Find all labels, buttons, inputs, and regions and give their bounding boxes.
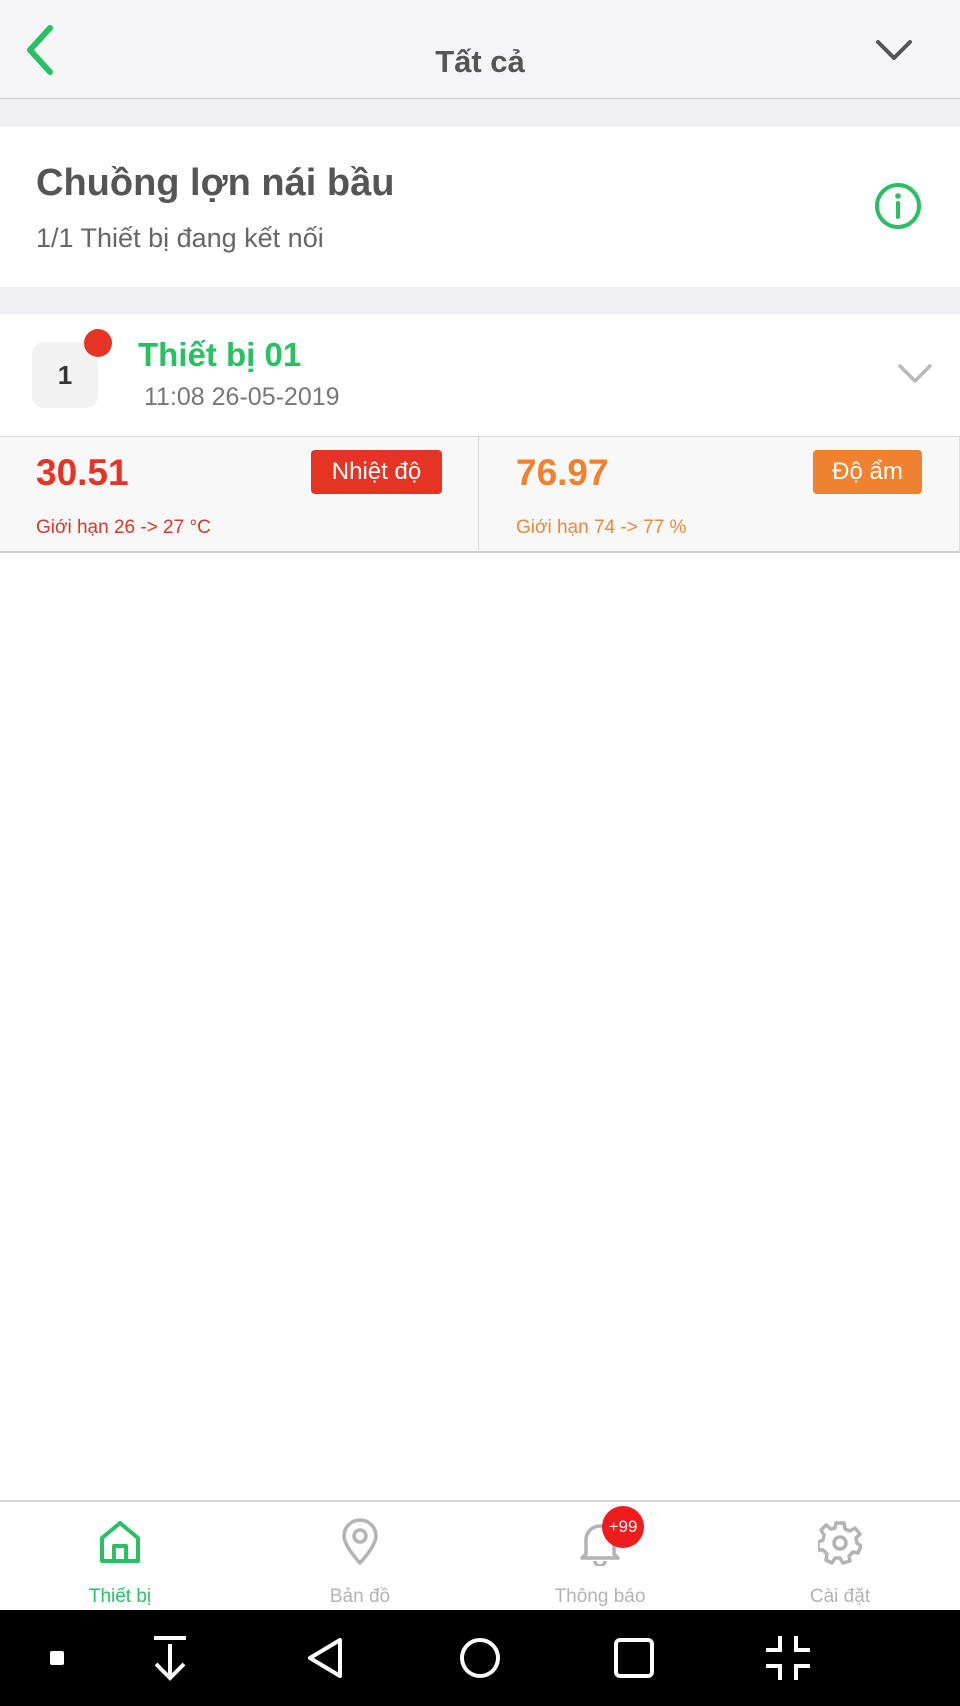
tab-map-label: Bản đồ <box>329 1586 391 1607</box>
circle-home-icon <box>460 1638 500 1678</box>
temperature-limit: Giới hạn 26 -> 27 °C <box>36 517 211 538</box>
system-exit-fullscreen-button[interactable] <box>760 1630 816 1686</box>
humidity-badge: Độ ẩm <box>813 450 922 494</box>
tab-notifications[interactable]: Thông báo <box>480 1500 720 1610</box>
map-pin-icon <box>342 1518 378 1565</box>
tab-settings[interactable]: Cài đặt <box>720 1500 960 1610</box>
tab-notifications-label: Thông báo <box>554 1586 646 1607</box>
device-status-dot <box>84 329 112 357</box>
sensor-divider <box>478 437 479 550</box>
compress-icon <box>766 1636 810 1680</box>
group-connection-status: 1/1 Thiết bị đang kết nối <box>36 223 324 253</box>
chevron-down-icon <box>876 40 912 60</box>
tab-devices-label: Thiết bị <box>88 1586 152 1607</box>
tab-settings-label: Cài đặt <box>809 1586 871 1607</box>
system-back-button[interactable] <box>298 1630 354 1686</box>
gear-icon <box>818 1521 862 1565</box>
humidity-limit: Giới hạn 74 -> 77 % <box>516 517 687 538</box>
temperature-value: 30.51 <box>36 452 129 493</box>
page-title: Tất cả <box>435 44 525 79</box>
filter-dropdown-button[interactable] <box>872 30 916 70</box>
humidity-value: 76.97 <box>516 452 609 493</box>
system-hide-nav-button[interactable] <box>142 1630 198 1686</box>
device-row[interactable] <box>0 314 960 436</box>
system-home-button[interactable] <box>452 1630 508 1686</box>
info-button[interactable] <box>872 180 924 232</box>
tab-map[interactable]: Bản đồ <box>240 1500 480 1610</box>
chevron-down-icon <box>898 364 932 383</box>
temperature-badge: Nhiệt độ <box>311 450 442 494</box>
info-icon <box>875 183 921 229</box>
device-timestamp: 11:08 26-05-2019 <box>144 383 340 411</box>
system-recents-button[interactable] <box>606 1630 662 1686</box>
device-name[interactable]: Thiết bị 01 <box>138 336 301 374</box>
square-recents-icon <box>614 1638 654 1678</box>
group-title: Chuồng lợn nái bầu <box>36 162 395 204</box>
system-menu-button[interactable] <box>30 1630 86 1686</box>
group-card <box>0 127 960 287</box>
notification-count-badge: +99 <box>602 1506 644 1548</box>
square-dot-icon <box>50 1651 64 1665</box>
expand-device-button[interactable] <box>896 360 934 388</box>
section-separator <box>0 287 960 314</box>
section-separator <box>0 99 960 127</box>
triangle-back-icon <box>308 1638 342 1678</box>
home-icon <box>100 1521 140 1563</box>
tab-devices[interactable]: Thiết bị <box>0 1500 240 1610</box>
arrow-down-icon <box>154 1636 186 1681</box>
